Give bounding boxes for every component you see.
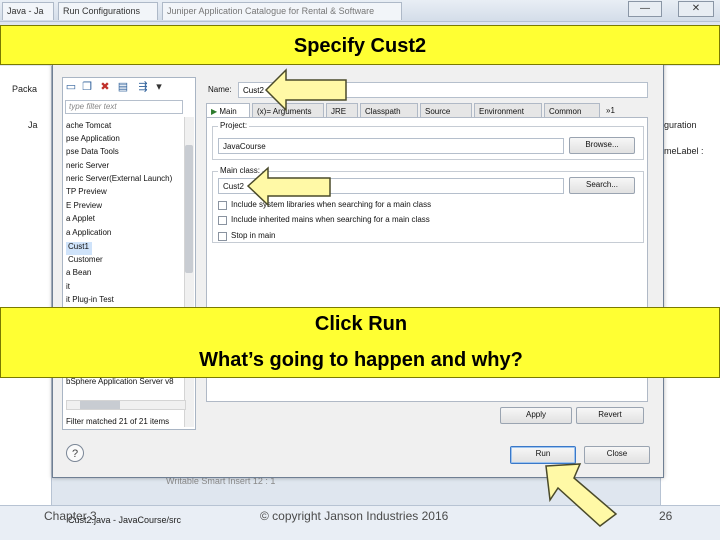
footer-page-number: 26 [659, 509, 673, 523]
callout-arrows [246, 68, 618, 527]
footer-copyright: © copyright Janson Industries 2016 [260, 509, 449, 523]
arrow-to-main-class-field [246, 166, 331, 207]
arrow-to-name-field [264, 68, 347, 112]
footer-chapter: Chapter 3 [44, 509, 97, 523]
arrow-to-run-button [545, 463, 618, 527]
